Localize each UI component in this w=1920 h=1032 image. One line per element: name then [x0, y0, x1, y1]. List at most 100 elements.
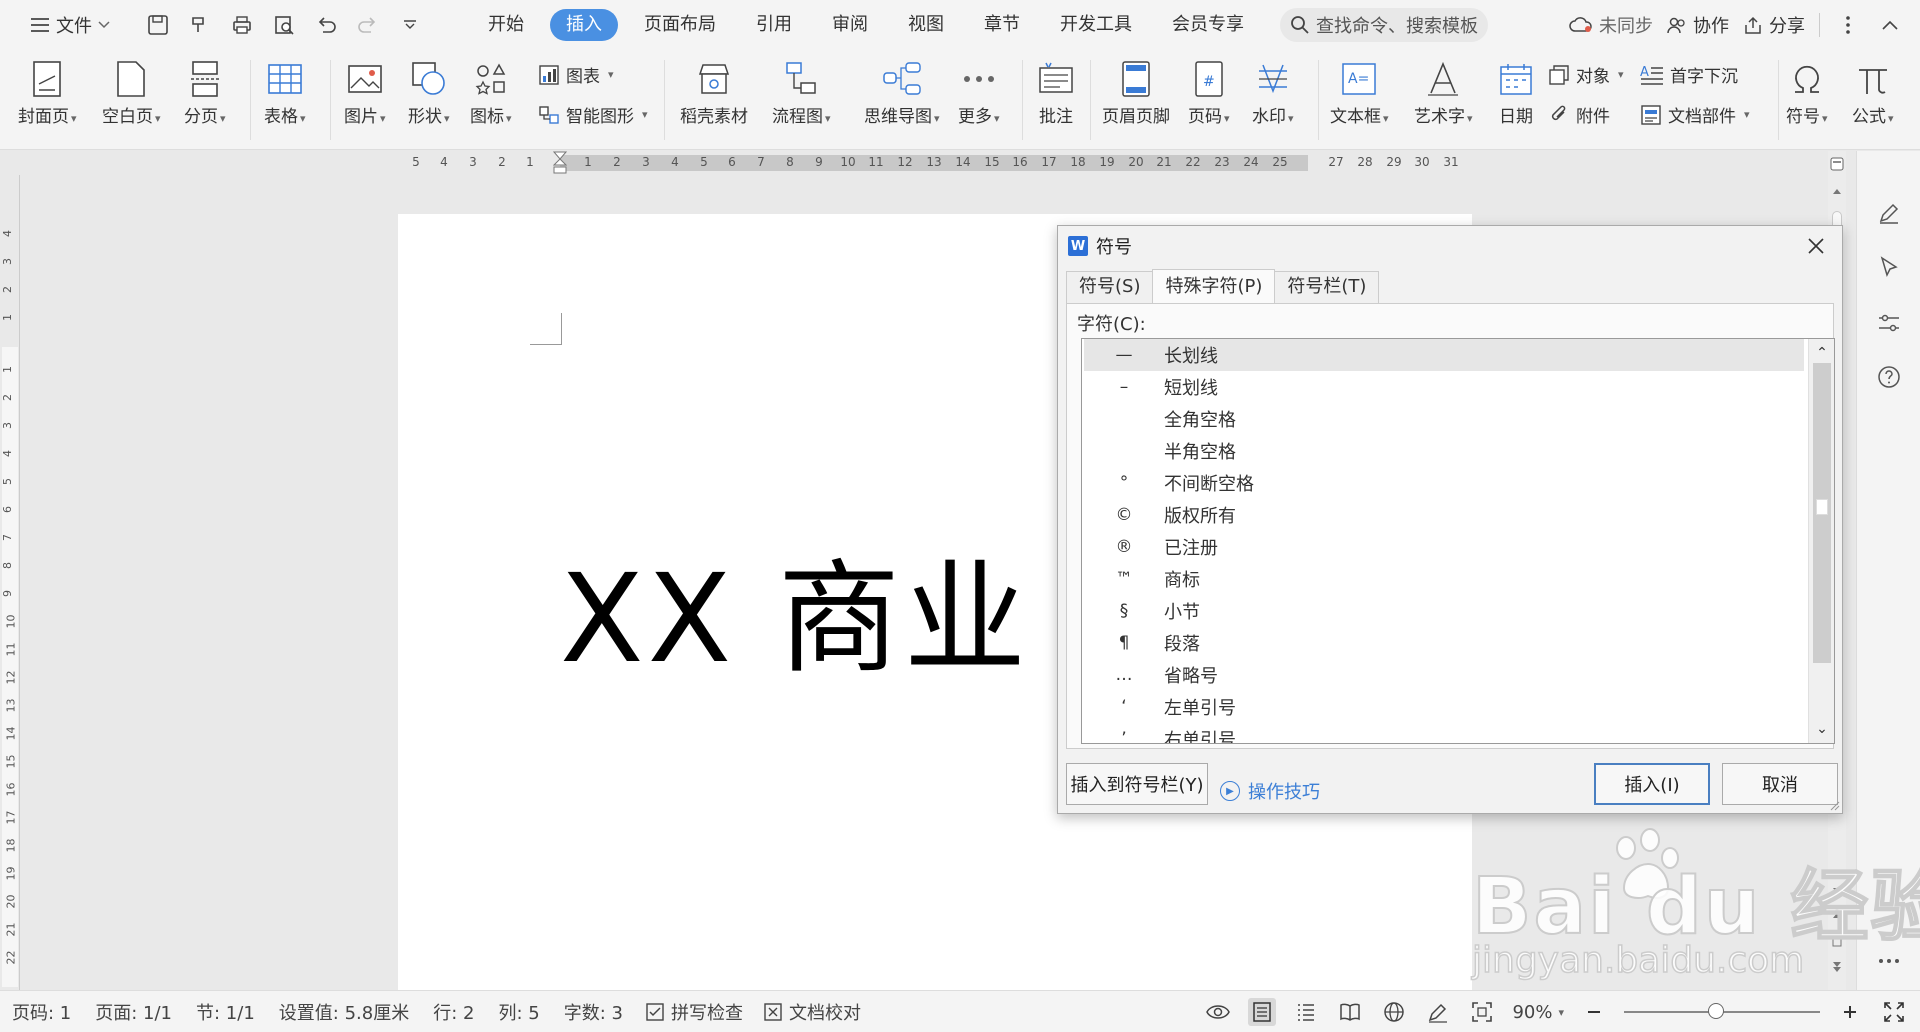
undo-button[interactable] — [312, 10, 340, 40]
share-button[interactable]: 分享 — [1743, 12, 1805, 38]
format-painter-button[interactable] — [186, 10, 214, 40]
fullscreen-button[interactable] — [1880, 998, 1908, 1026]
proofread-button[interactable]: 文档校对 — [753, 999, 871, 1025]
document-body-text[interactable]: XX 商业 — [560, 520, 1030, 697]
horizontal-ruler[interactable]: 5 4 3 2 1 1 2 3 4 5 6 7 8 9 10 11 12 13 … — [0, 151, 1846, 175]
write-view-button[interactable] — [1424, 998, 1452, 1026]
zoom-slider[interactable] — [1624, 1003, 1820, 1019]
list-scrollbar[interactable]: ⌃ ⌄ — [1808, 339, 1834, 743]
tips-link[interactable]: ▶ 操作技巧 — [1220, 778, 1320, 804]
tab-view[interactable]: 视图 — [888, 9, 964, 41]
object-button[interactable]: 对象 ▾ — [1548, 62, 1624, 87]
print-button[interactable] — [228, 10, 256, 40]
collapse-ribbon-button[interactable] — [1876, 10, 1904, 40]
customize-toolbar-button[interactable] — [396, 10, 424, 40]
list-item[interactable]: 半角空格 — [1084, 435, 1804, 467]
insert-to-symbol-bar-button[interactable]: 插入到符号栏(Y) — [1066, 763, 1208, 805]
zoom-in-button[interactable] — [1836, 998, 1864, 1026]
list-item[interactable]: ’ 右单引号 — [1084, 723, 1804, 743]
tab-developer[interactable]: 开发工具 — [1040, 9, 1152, 41]
list-item[interactable]: ‘ 左单引号 — [1084, 691, 1804, 723]
page-view-button[interactable] — [1248, 998, 1277, 1026]
cancel-button[interactable]: 取消 — [1722, 763, 1838, 805]
setting-value-status[interactable]: 设置值: 5.8厘米 — [267, 999, 421, 1025]
date-button[interactable]: 日期 — [1496, 58, 1536, 127]
cover-page-button[interactable]: 封面页 ▾ — [18, 58, 77, 127]
spellcheck-button[interactable]: 拼写检查 — [635, 999, 753, 1025]
tab-review[interactable]: 审阅 — [812, 9, 888, 41]
fit-page-button[interactable] — [1468, 998, 1496, 1026]
row-status[interactable]: 行: 2 — [421, 999, 486, 1025]
web-view-button[interactable] — [1380, 998, 1408, 1026]
mindmap-button[interactable]: 思维导图 ▾ — [864, 58, 940, 127]
column-status[interactable]: 列: 5 — [486, 999, 551, 1025]
collaborate-button[interactable]: 协作 — [1667, 12, 1729, 38]
zoom-out-button[interactable] — [1580, 998, 1608, 1026]
outline-view-button[interactable] — [1292, 998, 1320, 1026]
list-item[interactable]: … 省略号 — [1084, 659, 1804, 691]
tab-symbols[interactable]: 符号(S) — [1066, 271, 1154, 303]
reading-view-button[interactable] — [1336, 998, 1364, 1026]
chart-button[interactable]: 图表 ▾ — [538, 62, 614, 87]
eye-protection-button[interactable] — [1204, 998, 1232, 1026]
indent-marker-icon[interactable] — [553, 151, 567, 175]
scroll-up-icon[interactable] — [1832, 187, 1842, 195]
list-item[interactable]: — 长划线 — [1084, 339, 1804, 371]
page-number-button[interactable]: # 页码 ▾ — [1188, 58, 1230, 127]
ruler-toggle-icon[interactable] — [1830, 157, 1844, 171]
word-count-status[interactable]: 字数: 3 — [552, 999, 635, 1025]
sync-status-button[interactable]: 未同步 — [1569, 12, 1653, 38]
smartart-button[interactable]: 智能图形 ▾ — [538, 102, 648, 127]
resize-grip-icon[interactable] — [1830, 801, 1840, 811]
attachment-button[interactable]: 附件 — [1548, 102, 1610, 127]
tab-symbol-bar[interactable]: 符号栏(T) — [1274, 271, 1380, 303]
special-character-list[interactable]: — 长划线 – 短划线 全角空格 半角空格 ° 不间断空格 © 版权所有 ® 已注册 ™ 商… — [1081, 338, 1835, 744]
scrollbar-thumb[interactable] — [1816, 499, 1828, 515]
list-item[interactable]: ™ 商标 — [1084, 563, 1804, 595]
watermark-button[interactable]: 水印 ▾ — [1252, 58, 1294, 127]
picture-button[interactable]: 图片 ▾ — [344, 58, 386, 127]
page-status[interactable]: 页面: 1/1 — [83, 999, 184, 1025]
material-button[interactable]: 稻壳素材 — [680, 58, 748, 127]
command-search-box[interactable]: 查找命令、搜索模板 — [1280, 8, 1488, 42]
list-item[interactable]: 全角空格 — [1084, 403, 1804, 435]
zoom-dropdown[interactable]: 90% ▾ — [1512, 1002, 1564, 1023]
page-code-status[interactable]: 页码: 1 — [0, 999, 83, 1025]
header-footer-button[interactable]: 页眉页脚 — [1102, 58, 1170, 127]
edit-pen-button[interactable] — [1875, 199, 1903, 227]
insert-button[interactable]: 插入(I) — [1594, 763, 1710, 805]
more-button[interactable]: 更多 ▾ — [958, 58, 1000, 127]
dialog-title-bar[interactable]: W 符号 — [1058, 226, 1842, 266]
scroll-up-icon[interactable]: ⌃ — [1814, 345, 1830, 361]
textbox-button[interactable]: A= 文本框 ▾ — [1330, 58, 1389, 127]
table-button[interactable]: 表格 ▾ — [264, 58, 306, 127]
list-item[interactable]: ° 不间断空格 — [1084, 467, 1804, 499]
properties-button[interactable] — [1875, 309, 1903, 337]
list-item[interactable]: – 短划线 — [1084, 371, 1804, 403]
formula-button[interactable]: 公式 ▾ — [1852, 58, 1894, 127]
more-options-button[interactable] — [1834, 10, 1862, 40]
print-preview-button[interactable] — [270, 10, 298, 40]
dropcap-button[interactable]: A 首字下沉 — [1640, 62, 1738, 88]
tab-insert[interactable]: 插入 — [550, 9, 618, 41]
tab-member[interactable]: 会员专享 — [1152, 9, 1264, 41]
tab-page-layout[interactable]: 页面布局 — [624, 9, 736, 41]
scroll-down-icon[interactable]: ⌄ — [1814, 721, 1830, 737]
dialog-close-button[interactable] — [1804, 234, 1828, 258]
tab-special-characters[interactable]: 特殊字符(P) — [1152, 269, 1276, 303]
symbol-button[interactable]: 符号 ▾ — [1786, 58, 1828, 127]
list-item[interactable]: § 小节 — [1084, 595, 1804, 627]
help-button[interactable] — [1875, 363, 1903, 391]
list-item[interactable]: © 版权所有 — [1084, 499, 1804, 531]
tab-home[interactable]: 开始 — [468, 9, 544, 41]
flowchart-button[interactable]: 流程图 ▾ — [772, 58, 831, 127]
vertical-ruler[interactable]: 4 3 2 1 1 2 3 4 5 6 7 8 9 10 11 12 13 14… — [0, 175, 20, 990]
wordart-button[interactable]: 艺术字 ▾ — [1414, 58, 1473, 127]
shape-button[interactable]: 形状 ▾ — [408, 58, 450, 127]
section-status[interactable]: 节: 1/1 — [184, 999, 267, 1025]
icon-button[interactable]: 图标 ▾ — [470, 58, 512, 127]
comment-button[interactable]: 批注 — [1036, 58, 1076, 127]
file-menu-button[interactable]: 文件 — [24, 8, 116, 42]
page-break-button[interactable]: 分页 ▾ — [184, 58, 226, 127]
next-page-icon[interactable] — [1832, 961, 1842, 973]
